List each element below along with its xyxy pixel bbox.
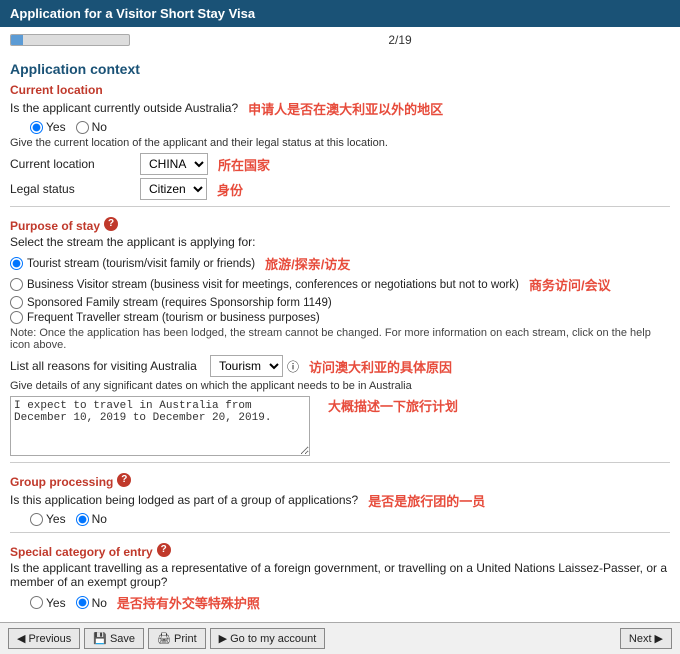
- stream-frequent-radio[interactable]: [10, 311, 23, 324]
- next-icon: ▶: [655, 632, 663, 645]
- outside-australia-no-label[interactable]: No: [76, 120, 107, 134]
- significant-dates-textarea[interactable]: I expect to travel in Australia from Dec…: [10, 396, 310, 456]
- stream-tourist: Tourist stream (tourism/visit family or …: [10, 254, 611, 273]
- print-icon: 🖨: [157, 632, 171, 645]
- outside-australia-no-radio[interactable]: [76, 121, 89, 134]
- stream-note: Note: Once the application has been lodg…: [10, 327, 670, 351]
- details-annotation: 大概描述一下旅行计划: [328, 396, 458, 415]
- list-reasons-select[interactable]: Tourism: [210, 355, 283, 377]
- special-question: Is the applicant travelling as a represe…: [10, 561, 670, 589]
- location-select[interactable]: CHINA: [140, 153, 208, 175]
- special-yes-radio[interactable]: [30, 596, 43, 609]
- group-no-radio[interactable]: [76, 513, 89, 526]
- list-reasons-icon[interactable]: ⓘ: [287, 358, 299, 375]
- progress-bar-fill: [11, 35, 23, 45]
- previous-icon: ◀: [17, 632, 25, 645]
- print-button[interactable]: 🖨 Print: [148, 628, 206, 649]
- special-annotation: 是否持有外交等特殊护照: [117, 593, 260, 612]
- stream-sponsored-label: Sponsored Family stream (requires Sponso…: [27, 297, 332, 309]
- current-location-question: Is the applicant currently outside Austr…: [10, 101, 238, 115]
- legal-status-select[interactable]: Citizen: [140, 178, 207, 200]
- progress-bar: [10, 34, 130, 46]
- special-no-text: No: [92, 596, 107, 610]
- special-help-icon[interactable]: ?: [157, 543, 171, 557]
- outside-australia-yes-label[interactable]: Yes: [30, 120, 66, 134]
- go-to-account-label: Go to my account: [230, 633, 316, 645]
- stream-frequent-label: Frequent Traveller stream (tourism or bu…: [27, 312, 320, 324]
- stream-business-annotation: 商务访问/会议: [529, 275, 611, 294]
- stream-frequent: Frequent Traveller stream (tourism or bu…: [10, 311, 611, 324]
- section-title-application-context: Application context: [10, 61, 670, 77]
- progress-container: 2/19: [0, 27, 680, 53]
- stream-sponsored: Sponsored Family stream (requires Sponso…: [10, 296, 611, 309]
- legal-status-label: Legal status: [10, 182, 140, 196]
- special-yes-label[interactable]: Yes: [30, 596, 66, 610]
- stream-tourist-radio[interactable]: [10, 257, 23, 270]
- group-question: Is this application being lodged as part…: [10, 493, 358, 507]
- subsection-purpose-of-stay: Purpose of stay: [10, 219, 100, 233]
- group-yes-radio[interactable]: [30, 513, 43, 526]
- subsection-current-location: Current location: [10, 83, 670, 97]
- group-help-icon[interactable]: ?: [117, 473, 131, 487]
- stream-business: Business Visitor stream (business visit …: [10, 275, 611, 294]
- previous-button[interactable]: ◀ Previous: [8, 628, 80, 649]
- status-annotation: 身份: [217, 180, 243, 199]
- go-to-account-button[interactable]: ▶ Go to my account: [210, 628, 326, 649]
- current-location-annotation: 申请人是否在澳大利亚以外的地区: [248, 99, 443, 118]
- next-button[interactable]: Next ▶: [620, 628, 672, 649]
- print-label: Print: [174, 633, 197, 645]
- stream-business-radio[interactable]: [10, 278, 23, 291]
- main-content: Application context Current location Is …: [0, 53, 680, 618]
- page-header: Application for a Visitor Short Stay Vis…: [0, 0, 680, 27]
- group-no-label[interactable]: No: [76, 512, 107, 526]
- header-title: Application for a Visitor Short Stay Vis…: [10, 6, 255, 21]
- yes-label-current: Yes: [46, 120, 66, 134]
- location-annotation: 所在国家: [218, 155, 270, 174]
- purpose-question: Select the stream the applicant is apply…: [10, 235, 670, 249]
- subsection-group-processing: Group processing: [10, 475, 113, 489]
- stream-options: Tourist stream (tourism/visit family or …: [10, 254, 611, 324]
- previous-label: Previous: [28, 633, 71, 645]
- special-yes-text: Yes: [46, 596, 66, 610]
- special-no-label[interactable]: No: [76, 596, 107, 610]
- go-to-account-icon: ▶: [219, 632, 227, 645]
- stream-sponsored-radio[interactable]: [10, 296, 23, 309]
- special-no-radio[interactable]: [76, 596, 89, 609]
- group-no-text: No: [92, 512, 107, 526]
- stream-business-label: Business Visitor stream (business visit …: [27, 279, 519, 291]
- save-button[interactable]: 💾 Save: [84, 628, 144, 649]
- list-reasons-label: List all reasons for visiting Australia: [10, 359, 210, 373]
- next-label: Next: [629, 633, 652, 645]
- current-location-note: Give the current location of the applica…: [10, 137, 670, 149]
- subsection-special-category: Special category of entry: [10, 545, 153, 559]
- purpose-help-icon[interactable]: ?: [104, 217, 118, 231]
- footer-bar: ◀ Previous 💾 Save 🖨 Print ▶ Go to my acc…: [0, 622, 680, 654]
- location-label: Current location: [10, 157, 140, 171]
- group-annotation: 是否是旅行团的一员: [368, 491, 485, 510]
- save-label: Save: [110, 633, 135, 645]
- group-yes-text: Yes: [46, 512, 66, 526]
- list-reasons-annotation: 访问澳大利亚的具体原因: [309, 357, 452, 376]
- group-yes-label[interactable]: Yes: [30, 512, 66, 526]
- stream-tourist-annotation: 旅游/探亲/访友: [265, 254, 350, 273]
- stream-tourist-label: Tourist stream (tourism/visit family or …: [27, 258, 255, 270]
- save-icon: 💾: [93, 632, 107, 645]
- page-number: 2/19: [130, 33, 670, 47]
- significant-dates-label: Give details of any significant dates on…: [10, 380, 670, 392]
- outside-australia-yes-radio[interactable]: [30, 121, 43, 134]
- no-label-current: No: [92, 120, 107, 134]
